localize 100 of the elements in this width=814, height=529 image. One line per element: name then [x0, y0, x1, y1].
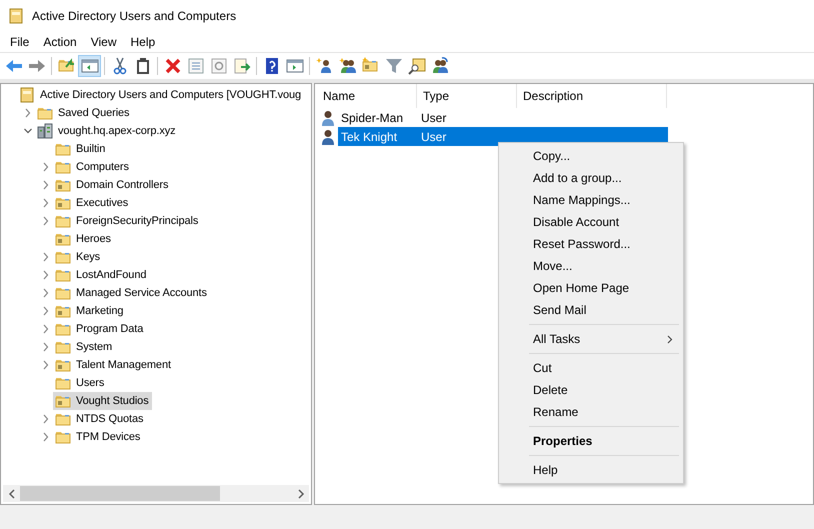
tree-item[interactable]: System	[53, 338, 116, 356]
tree-item[interactable]: Builtin	[53, 140, 108, 158]
folder-icon	[55, 213, 71, 229]
user-icon	[321, 128, 337, 144]
tree-item[interactable]: Saved Queries	[35, 104, 132, 122]
tree-item[interactable]: TPM Devices	[53, 428, 144, 446]
folder-icon	[55, 177, 71, 193]
menu-item[interactable]: Move...	[501, 255, 683, 277]
menu-item[interactable]: Open Home Page	[501, 277, 683, 299]
toolbar-button[interactable]	[78, 55, 101, 77]
folder-icon	[55, 195, 71, 211]
column-header[interactable]: Name	[317, 84, 417, 108]
table-cell-text: Spider-Man	[340, 110, 404, 124]
menu-item[interactable]: Copy...	[501, 145, 683, 167]
folder-icon	[55, 357, 71, 373]
add-to-group-icon	[430, 57, 448, 75]
menu-item[interactable]: Action	[36, 35, 84, 49]
expand-icon[interactable]	[42, 198, 50, 208]
tree-item[interactable]: Talent Management	[53, 356, 174, 374]
menu-item[interactable]: Disable Account	[501, 211, 683, 233]
tree-item[interactable]: vought.hq.apex-corp.xyz	[35, 122, 179, 140]
tree-item[interactable]: Computers	[53, 158, 132, 176]
tree-item[interactable]: ForeignSecurityPrincipals	[53, 212, 202, 230]
menu-item[interactable]: File	[3, 35, 36, 49]
menu-item[interactable]: Name Mappings...	[501, 189, 683, 211]
menu-item[interactable]: View	[84, 35, 124, 49]
back-arrow-icon	[4, 57, 22, 75]
tree-item[interactable]: Keys	[53, 248, 104, 266]
panel-icon	[80, 57, 98, 75]
expand-icon[interactable]	[42, 306, 50, 316]
expand-icon[interactable]	[24, 108, 32, 118]
tree-item[interactable]: Vought Studios	[53, 392, 152, 410]
new-group-icon	[338, 57, 356, 75]
expand-icon[interactable]	[42, 180, 50, 190]
folder-icon	[55, 375, 71, 391]
tree-item[interactable]: Users	[53, 374, 108, 392]
menu-item[interactable]: Help	[501, 459, 683, 481]
menu-item[interactable]: All Tasks	[501, 328, 683, 350]
book-icon	[19, 87, 35, 103]
folder-icon	[55, 393, 71, 409]
collapse-icon[interactable]	[24, 126, 32, 136]
folder-icon	[55, 231, 71, 247]
expand-icon[interactable]	[42, 162, 50, 172]
tree-item[interactable]: Executives	[53, 194, 132, 212]
tree-item[interactable]: Marketing	[53, 302, 126, 320]
folder-icon	[55, 285, 71, 301]
table-cell-text: User	[420, 110, 448, 124]
folder-icon	[55, 303, 71, 319]
folder-icon	[55, 339, 71, 355]
expand-icon[interactable]	[42, 216, 50, 226]
menu-item[interactable]: Reset Password...	[501, 233, 683, 255]
export-icon	[232, 57, 250, 75]
find-icon	[408, 57, 426, 75]
tree-item[interactable]: Heroes	[53, 230, 114, 248]
tree-item[interactable]: LostAndFound	[53, 266, 150, 284]
menu-item[interactable]: Delete	[501, 379, 683, 401]
expand-icon[interactable]	[42, 252, 50, 262]
filter-icon	[384, 57, 402, 75]
expand-icon[interactable]	[42, 360, 50, 370]
folder-icon	[37, 105, 53, 121]
expand-icon[interactable]	[42, 432, 50, 442]
column-header[interactable]: Type	[417, 84, 517, 108]
folder-icon	[55, 411, 71, 427]
folder-icon	[55, 141, 71, 157]
tree-item[interactable]: Active Directory Users and Computers [VOUGHT.voug	[17, 86, 304, 104]
expand-icon[interactable]	[42, 270, 50, 280]
table-cell-text: Tek Knight	[340, 130, 398, 144]
column-header[interactable]: Description	[517, 84, 667, 108]
menu-item[interactable]: Rename	[501, 401, 683, 423]
expand-icon[interactable]	[42, 414, 50, 424]
menu-item[interactable]: Properties	[501, 430, 683, 452]
tree-item[interactable]: Program Data	[53, 320, 146, 338]
tree-item[interactable]: NTDS Quotas	[53, 410, 146, 428]
scrollbar-thumb[interactable]	[20, 486, 220, 501]
menu-item[interactable]: Cut	[501, 357, 683, 379]
expand-icon[interactable]	[42, 324, 50, 334]
chevron-right-icon	[296, 488, 304, 498]
folder-icon	[55, 249, 71, 265]
expand-icon[interactable]	[42, 342, 50, 352]
menu-item[interactable]: Send Mail	[501, 299, 683, 321]
server-icon	[37, 123, 53, 139]
folder-icon	[55, 267, 71, 283]
menu-item[interactable]: Help	[124, 35, 162, 49]
expand-icon[interactable]	[42, 288, 50, 298]
chevron-left-icon	[8, 488, 16, 498]
delete-icon	[164, 57, 182, 75]
properties-icon	[186, 57, 204, 75]
user-icon	[321, 110, 337, 126]
menu-item[interactable]: Add to a group...	[501, 167, 683, 189]
tree-item[interactable]: Managed Service Accounts	[53, 284, 210, 302]
folder-icon	[55, 321, 71, 337]
refresh-icon	[210, 57, 228, 75]
table-cell-text: User	[420, 130, 448, 144]
folder-icon	[55, 429, 71, 445]
window-title: Active Directory Users and Computers	[32, 9, 236, 23]
list-row[interactable]: Spider-Man User	[338, 108, 668, 127]
forward-arrow-icon	[28, 57, 46, 75]
tree-item[interactable]: Domain Controllers	[53, 176, 172, 194]
panel-icon	[286, 57, 304, 75]
app-icon	[8, 8, 24, 24]
